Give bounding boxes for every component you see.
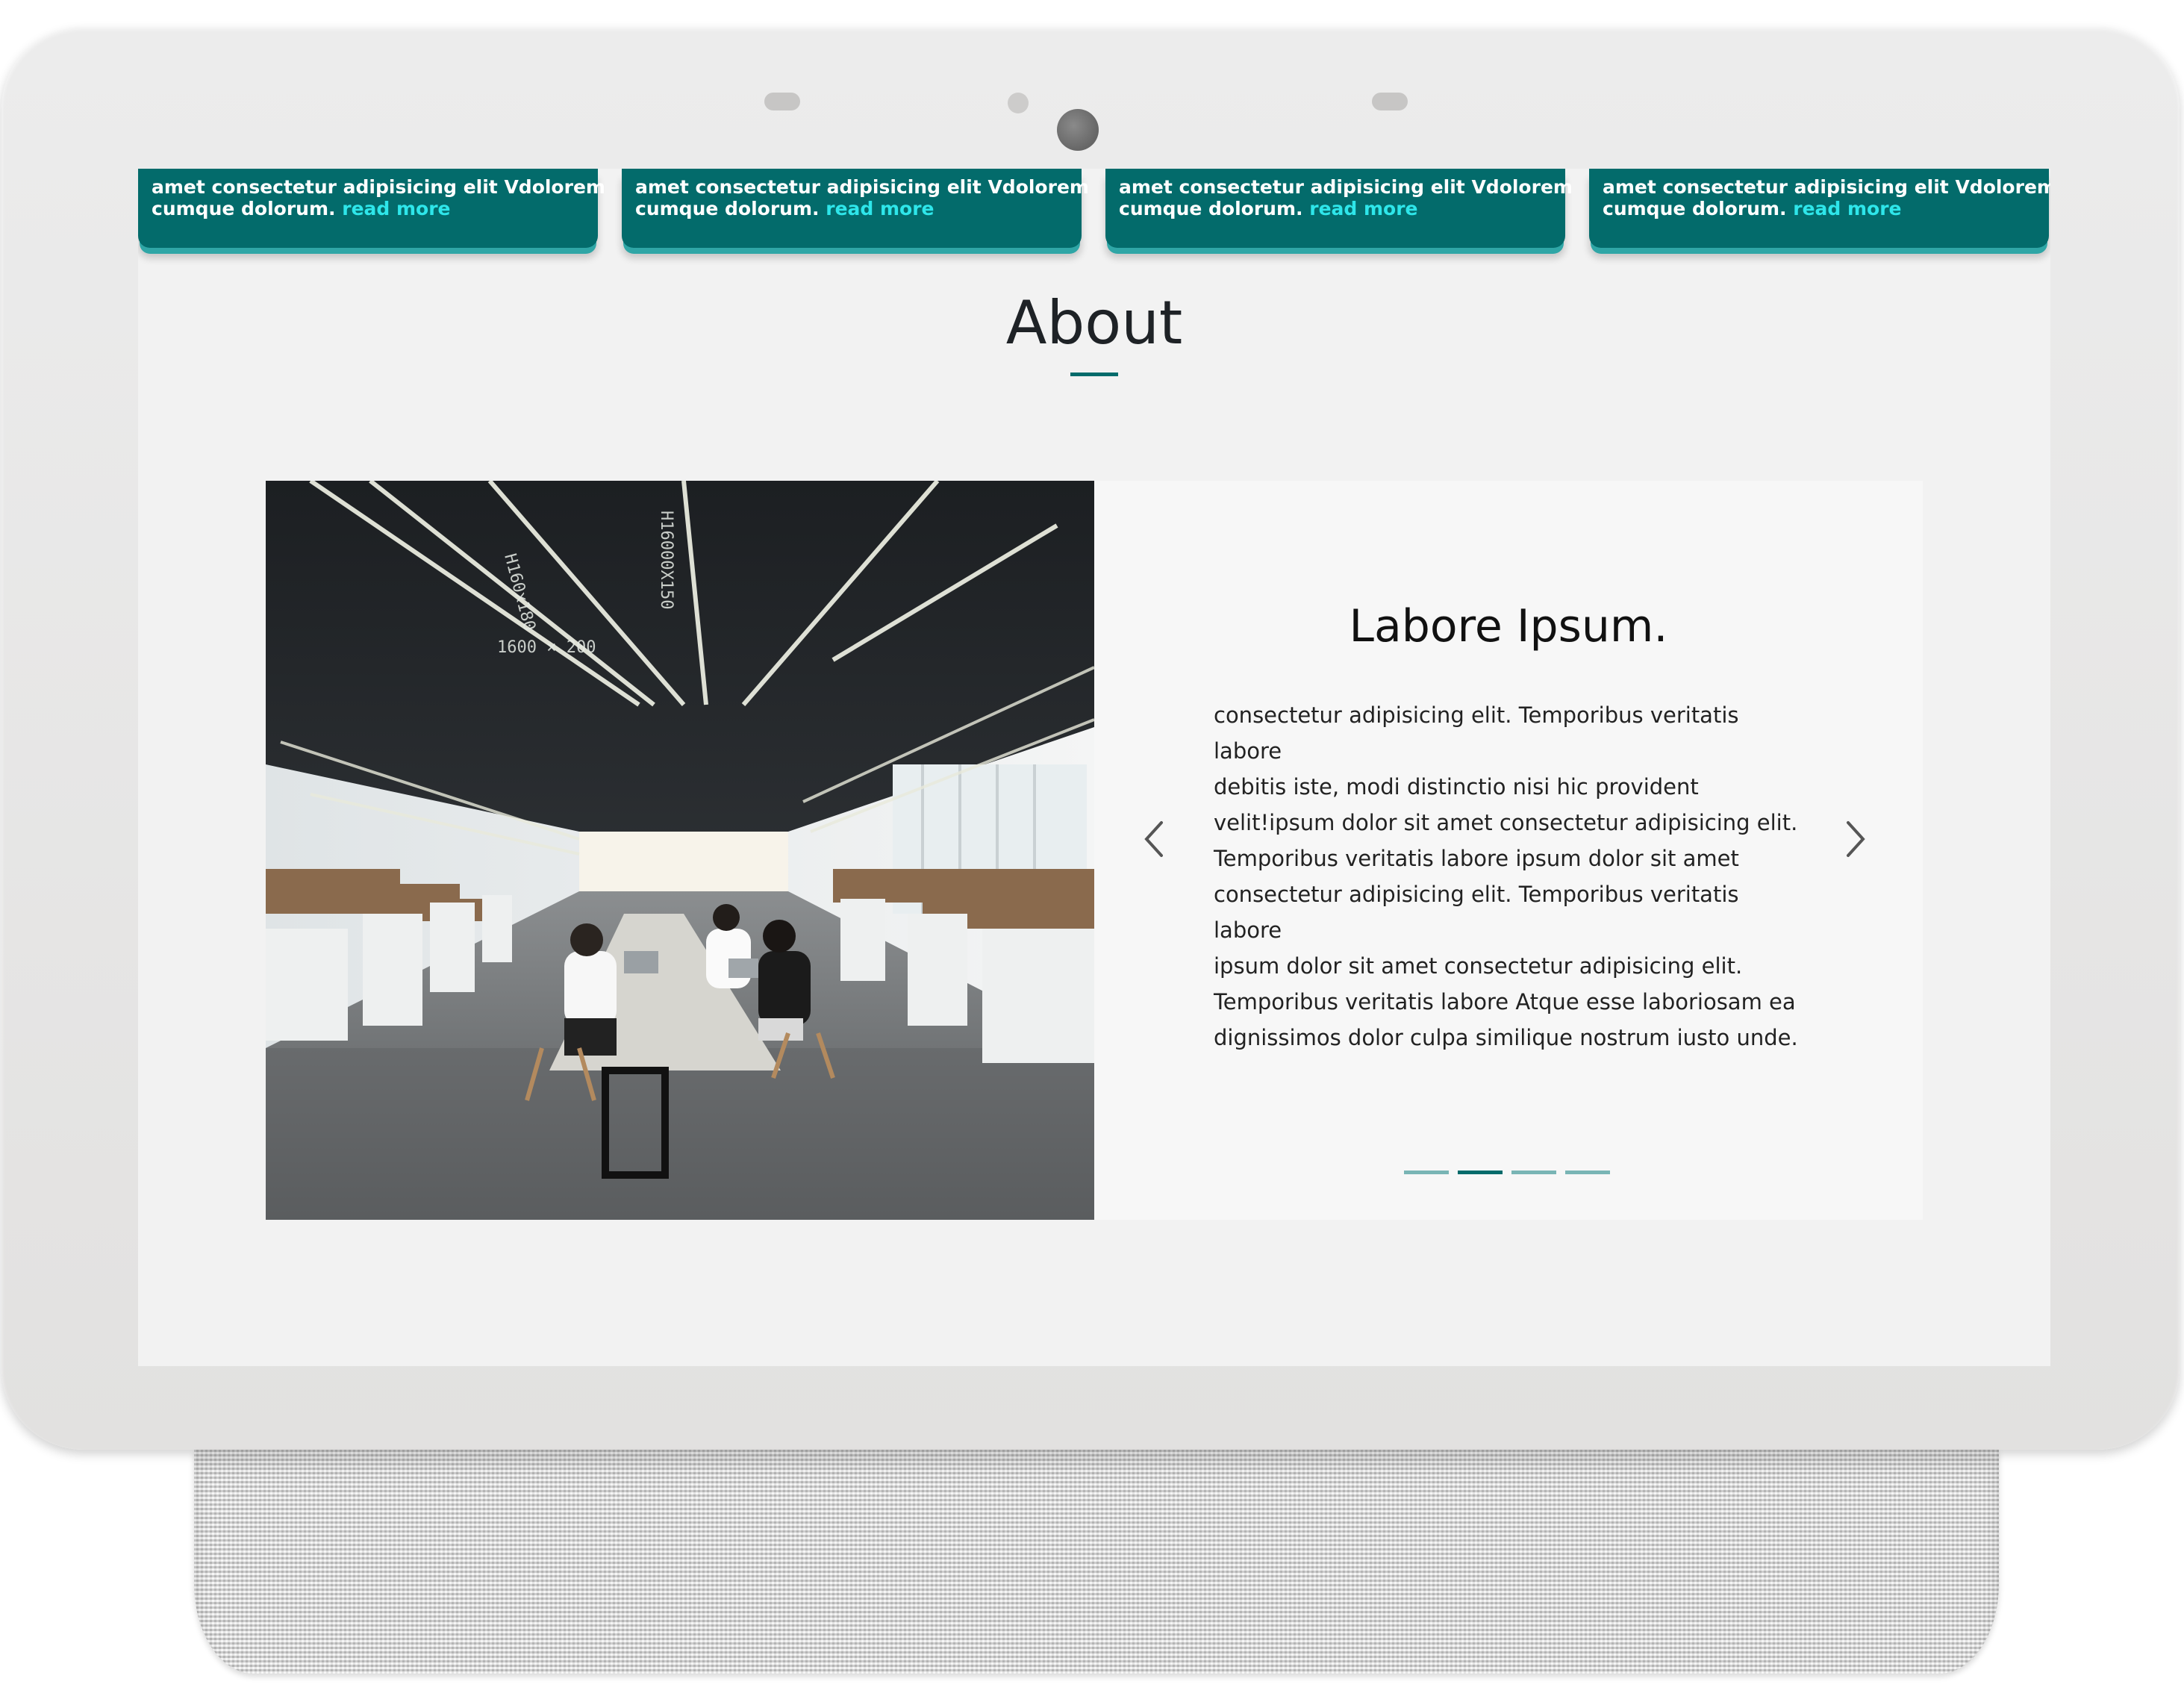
card-text: amet consectetur adipisicing elit Vdolor… <box>1603 176 2050 198</box>
svg-text:H16000X150: H16000X150 <box>657 511 676 609</box>
screen: amet consectetur adipisicing elit Vdolor… <box>138 169 2050 1366</box>
slide-text: consectetur adipisicing elit. Temporibus… <box>1214 697 1811 1056</box>
sensor-left <box>764 93 800 110</box>
title-underline <box>1070 373 1118 376</box>
slide-text-line: velit!ipsum dolor sit amet consectetur a… <box>1214 810 1798 835</box>
slide-indicator-1[interactable] <box>1404 1171 1449 1174</box>
read-more-link[interactable]: read more <box>1793 198 1901 219</box>
slide-text-line: Temporibus veritatis labore ipsum dolor … <box>1214 846 1739 871</box>
read-more-link[interactable]: read more <box>1309 198 1417 219</box>
slide-text-line: consectetur adipisicing elit. Temporibus… <box>1214 882 1739 943</box>
card-text-2: cumque dolorum. <box>1119 198 1303 219</box>
smart-display-device: amet consectetur adipisicing elit Vdolor… <box>1 27 2180 1450</box>
slide-text-line: dignissimos dolor culpa similique nostru… <box>1214 1025 1798 1050</box>
card-text-2: cumque dolorum. <box>635 198 820 219</box>
read-more-link[interactable]: read more <box>342 198 450 219</box>
chevron-left-icon <box>1144 821 1163 857</box>
section-title: About <box>1005 288 1183 358</box>
card-text: amet consectetur adipisicing elit Vdolor… <box>1119 176 1573 198</box>
office-illustration: H16000X150 H160x180 1600 × 200 <box>266 481 1094 1220</box>
card-text-2: cumque dolorum. <box>152 198 336 219</box>
svg-text:1600 × 200: 1600 × 200 <box>497 638 596 657</box>
slide-indicator-3[interactable] <box>1511 1171 1556 1174</box>
service-card: amet consectetur adipisicing elit Vdolor… <box>1105 169 1573 248</box>
service-card: amet consectetur adipisicing elit Vdolor… <box>138 169 605 248</box>
light-sensor <box>1008 93 1029 113</box>
slide-text-line: Temporibus veritatis labore Atque esse l… <box>1214 989 1796 1014</box>
slide-text-line: ipsum dolor sit amet consectetur adipisi… <box>1214 953 1743 979</box>
chevron-right-icon <box>1847 821 1865 857</box>
prev-slide-button[interactable] <box>1139 817 1169 861</box>
service-card: amet consectetur adipisicing elit Vdolor… <box>622 169 1089 248</box>
camera-icon <box>1057 109 1099 151</box>
read-more-link[interactable]: read more <box>826 198 934 219</box>
slide-indicator-4[interactable] <box>1565 1171 1610 1174</box>
service-card: amet consectetur adipisicing elit Vdolor… <box>1589 169 2050 248</box>
card-text-2: cumque dolorum. <box>1603 198 1787 219</box>
next-slide-button[interactable] <box>1841 817 1871 861</box>
card-text: amet consectetur adipisicing elit Vdolor… <box>635 176 1089 198</box>
office-photo: H16000X150 H160x180 1600 × 200 <box>266 481 1094 1220</box>
slide-indicator-2[interactable] <box>1458 1171 1503 1174</box>
card-text: amet consectetur adipisicing elit Vdolor… <box>152 176 605 198</box>
slide-text-line: consectetur adipisicing elit. Temporibus… <box>1214 702 1739 764</box>
sensor-right <box>1372 93 1408 110</box>
speaker-base <box>194 1450 1999 1674</box>
slider-panel: Labore Ipsum. consectetur adipisicing el… <box>1094 481 1923 1220</box>
slide-text-line: debitis iste, modi distinctio nisi hic p… <box>1214 774 1699 800</box>
slide-title: Labore Ipsum. <box>1349 600 1668 652</box>
